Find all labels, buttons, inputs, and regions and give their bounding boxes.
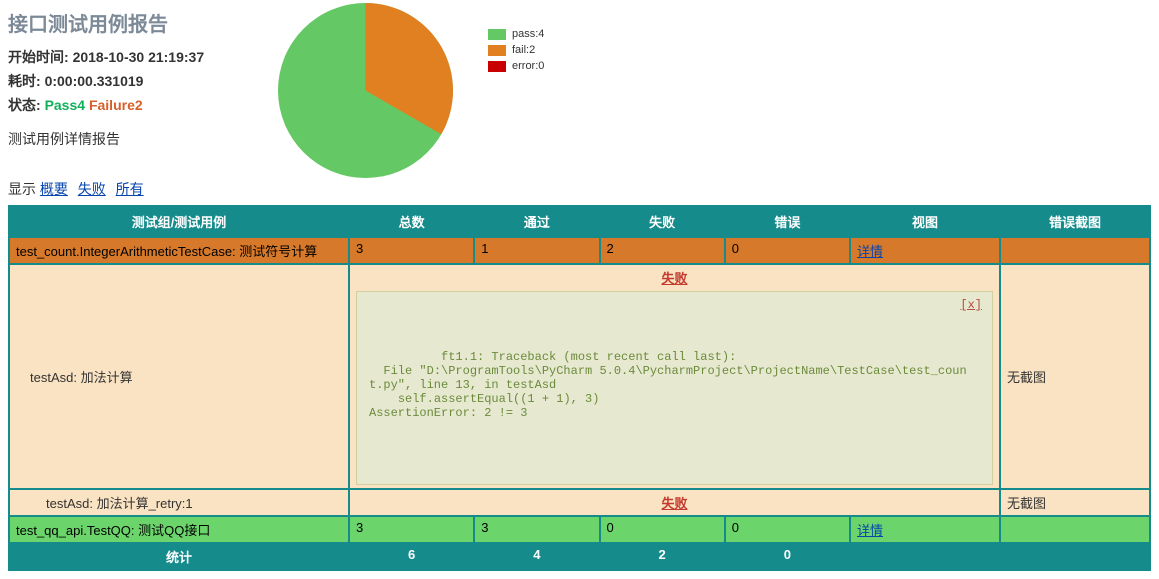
group-screenshot <box>1000 237 1150 264</box>
filter-overview-link[interactable]: 概要 <box>40 181 68 197</box>
stats-screenshot <box>1000 543 1150 570</box>
stats-view <box>850 543 1000 570</box>
group-row-pass: test_qq_api.TestQQ: 测试QQ接口 3 3 0 0 详情 <box>9 516 1150 543</box>
chart-legend: pass:4 fail:2 error:0 <box>488 28 544 76</box>
page-title: 接口测试用例报告 <box>8 8 1151 37</box>
start-time-label: 开始时间: <box>8 49 69 65</box>
legend-pass: pass:4 <box>488 28 544 40</box>
stats-pass: 4 <box>474 543 599 570</box>
status-line: 状态: Pass4 Failure2 <box>8 95 1151 115</box>
result-pie-chart <box>278 3 453 181</box>
traceback-text: ft1.1: Traceback (most recent call last)… <box>369 350 967 420</box>
group-row-fail: test_count.IntegerArithmeticTestCase: 测试… <box>9 237 1150 264</box>
filter-all-link[interactable]: 所有 <box>116 181 144 197</box>
table-header-row: 测试组/测试用例 总数 通过 失败 错误 视图 错误截图 <box>9 206 1150 237</box>
filter-fail-link[interactable]: 失败 <box>78 181 106 197</box>
fail-swatch-icon <box>488 45 506 56</box>
close-trace-button[interactable]: [x] <box>960 298 982 312</box>
group-total: 3 <box>349 516 474 543</box>
status-label: 状态: <box>8 97 41 113</box>
group-detail-link[interactable]: 详情 <box>857 244 883 259</box>
group-screenshot <box>1000 516 1150 543</box>
col-total: 总数 <box>349 206 474 237</box>
col-view: 视图 <box>850 206 1000 237</box>
stats-row: 统计 6 4 2 0 <box>9 543 1150 570</box>
group-pass: 3 <box>474 516 599 543</box>
col-screenshot: 错误截图 <box>1000 206 1150 237</box>
stats-fail: 2 <box>600 543 725 570</box>
filter-prefix: 显示 <box>8 181 36 197</box>
status-fail: Failure2 <box>89 97 143 113</box>
group-err: 0 <box>725 237 850 264</box>
stats-label: 统计 <box>9 543 349 570</box>
pass-swatch-icon <box>488 29 506 40</box>
case-screenshot: 无截图 <box>1000 264 1150 489</box>
case-screenshot: 无截图 <box>1000 489 1150 516</box>
case-fail-header: 失败 <box>356 268 993 287</box>
stats-err: 0 <box>725 543 850 570</box>
group-pass: 1 <box>474 237 599 264</box>
case-row: testAsd: 加法计算_retry:1 失败 无截图 <box>9 489 1150 516</box>
status-pass: Pass4 <box>45 97 89 113</box>
case-detail-cell: 失败 <box>349 489 1000 516</box>
group-total: 3 <box>349 237 474 264</box>
stats-total: 6 <box>349 543 474 570</box>
legend-error: error:0 <box>488 60 544 72</box>
col-pass: 通过 <box>474 206 599 237</box>
case-name: testAsd: 加法计算 <box>9 264 349 489</box>
traceback-box: [x] ft1.1: Traceback (most recent call l… <box>356 291 993 485</box>
detail-heading: 测试用例详情报告 <box>8 129 1151 149</box>
group-fail: 0 <box>600 516 725 543</box>
duration-value: 0:00:00.331019 <box>45 73 144 89</box>
start-time-value: 2018-10-30 21:19:37 <box>73 49 205 65</box>
legend-fail: fail:2 <box>488 44 544 56</box>
case-name: testAsd: 加法计算_retry:1 <box>9 489 349 516</box>
duration-line: 耗时: 0:00:00.331019 <box>8 71 1151 91</box>
group-fail: 2 <box>600 237 725 264</box>
duration-label: 耗时: <box>8 73 41 89</box>
group-name: test_qq_api.TestQQ: 测试QQ接口 <box>9 516 349 543</box>
col-testcase: 测试组/测试用例 <box>9 206 349 237</box>
group-view: 详情 <box>850 516 1000 543</box>
col-error: 错误 <box>725 206 850 237</box>
error-swatch-icon <box>488 61 506 72</box>
results-table: 测试组/测试用例 总数 通过 失败 错误 视图 错误截图 test_count.… <box>8 205 1151 571</box>
group-detail-link[interactable]: 详情 <box>857 523 883 538</box>
case-fail-link[interactable]: 失败 <box>661 271 687 286</box>
group-err: 0 <box>725 516 850 543</box>
col-fail: 失败 <box>600 206 725 237</box>
group-name: test_count.IntegerArithmeticTestCase: 测试… <box>9 237 349 264</box>
start-time-line: 开始时间: 2018-10-30 21:19:37 <box>8 47 1151 67</box>
filter-bar: 显示 概要 失败 所有 <box>8 179 1151 199</box>
case-row: testAsd: 加法计算 失败 [x] ft1.1: Traceback (m… <box>9 264 1150 489</box>
case-fail-link[interactable]: 失败 <box>661 496 687 511</box>
group-view: 详情 <box>850 237 1000 264</box>
case-detail-cell: 失败 [x] ft1.1: Traceback (most recent cal… <box>349 264 1000 489</box>
